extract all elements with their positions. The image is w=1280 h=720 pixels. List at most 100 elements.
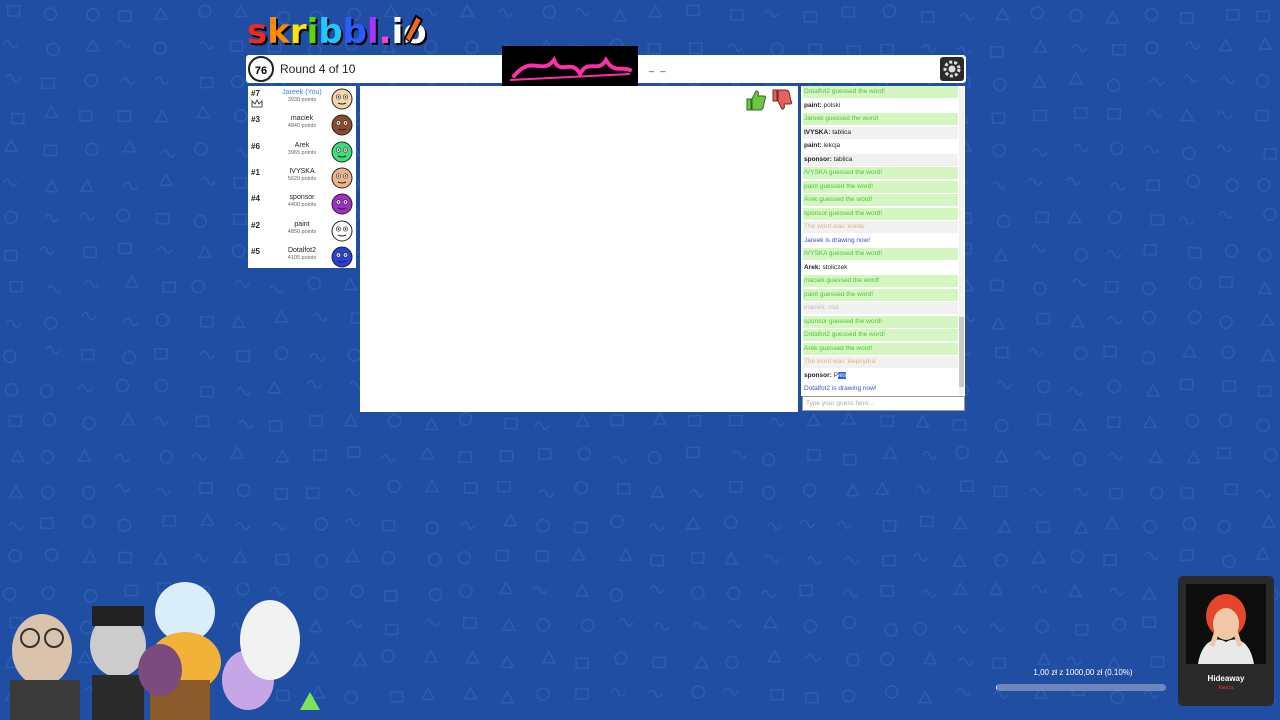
doodle-shape: [229, 445, 245, 459]
doodle-shape: [836, 520, 853, 530]
doodle-shape: [915, 414, 931, 428]
doodle-shape: [1107, 315, 1123, 325]
chat-message: Arek guessed the word!: [803, 342, 958, 355]
doodle-shape: [232, 549, 248, 563]
player-row[interactable]: #2 paint 4850 points: [248, 218, 356, 244]
player-row[interactable]: #4 sponsor 4400 points: [248, 191, 356, 217]
logo-letter: i: [306, 12, 319, 52]
doodle-shape: [200, 76, 214, 89]
logo-letter: s: [247, 12, 268, 52]
player-name: maciek: [290, 115, 314, 123]
doodle-shape: [725, 655, 739, 670]
guess-input[interactable]: [802, 396, 965, 411]
doodle-shape: [686, 4, 700, 17]
doodle-shape: [231, 244, 246, 258]
doodle-shape: [274, 346, 289, 361]
doodle-shape: [314, 517, 328, 531]
player-points: 4840 points: [287, 123, 317, 130]
player-row[interactable]: #3 maciek 4840 points: [248, 112, 356, 138]
doodle-shape: [989, 45, 1004, 58]
doodle-shape: [842, 453, 857, 466]
doodle-shape: [650, 554, 665, 567]
chat-message: maciek guessed the word!: [803, 275, 958, 287]
doodle-shape: [1070, 313, 1085, 328]
player-row[interactable]: #6 Arek 3965 points: [248, 139, 356, 165]
doodle-shape: [4, 382, 19, 397]
chat-username: sponsor:: [804, 155, 832, 163]
doodle-shape: [993, 247, 1009, 262]
doodle-shape: [1257, 280, 1273, 295]
doodle-shape: [424, 416, 439, 431]
doodle-shape: [1263, 148, 1278, 160]
doodle-shape: [200, 385, 215, 398]
doodle-shape: [10, 112, 25, 125]
doodle-shape: [122, 138, 138, 153]
player-name: IVYSKA: [289, 167, 315, 175]
doodle-shape: [44, 178, 59, 193]
player-points: 3965 points: [287, 149, 317, 156]
player-row[interactable]: #1 IVYSKA 5620 points: [248, 165, 356, 191]
doodle-shape: [647, 43, 662, 55]
chat-message: Dotalfot2 guessed the word!: [803, 86, 958, 98]
player-rank: #7: [251, 89, 260, 98]
doodle-shape: [115, 378, 130, 393]
doodle-shape: [647, 451, 662, 465]
logo-letter: k: [267, 12, 290, 52]
doodle-shape: [420, 446, 435, 460]
player-row[interactable]: #7 Jareek (You) 3930 points: [248, 86, 356, 112]
doodle-shape: [996, 380, 1012, 389]
player-avatar-icon: [331, 193, 353, 215]
doodle-shape: [997, 519, 1012, 533]
chat-text: Jareek guessed the word!: [804, 115, 879, 122]
player-avatar-icon: [331, 167, 353, 189]
doodle-shape: [1257, 248, 1272, 262]
doodle-shape: [1070, 549, 1084, 564]
doodle-shape: [647, 689, 664, 698]
doodle-shape: [956, 46, 973, 55]
pencil-icon: [404, 14, 424, 46]
doodle-shape: [728, 414, 743, 427]
doodle-shape: [4, 210, 18, 225]
doodle-shape: [685, 516, 701, 530]
doodle-shape: [690, 552, 705, 564]
doodle-shape: [1143, 690, 1160, 699]
timer-value: 76: [254, 65, 268, 77]
player-row[interactable]: #5 Dotalfot2 4105 points: [248, 244, 356, 270]
doodle-shape: [342, 277, 358, 291]
thumbs-down-icon[interactable]: [770, 88, 794, 112]
doodle-shape: [458, 451, 473, 463]
doodle-shape: [1036, 521, 1051, 533]
doodle-shape: [1182, 344, 1198, 358]
doodle-shape: [845, 482, 861, 497]
doodle-shape: [504, 417, 518, 430]
chat-scrollbar[interactable]: [959, 87, 964, 395]
player-rank: #4: [251, 194, 260, 204]
doodle-shape: [1143, 244, 1158, 256]
doodle-shape: [117, 242, 132, 255]
doodle-shape: [692, 621, 709, 631]
doodle-shape: [841, 6, 856, 18]
doodle-shape: [1072, 43, 1088, 53]
chat-text: sponsor guessed the word!: [804, 209, 883, 217]
doodle-shape: [1257, 178, 1271, 192]
doodle-shape: [534, 421, 550, 431]
doodle-shape: [1110, 182, 1126, 191]
doodle-shape: [884, 623, 898, 637]
doodle-shape: [380, 454, 396, 463]
donation-goal-text: 1,00 zł z 1000,00 zł (0.10%): [1033, 668, 1133, 677]
doodle-shape: [5, 319, 22, 328]
doodle-shape: [3, 349, 17, 364]
doodle-shape: [807, 449, 821, 461]
doodle-shape: [920, 515, 934, 528]
doodle-shape: [200, 176, 216, 186]
doodle-shape: [760, 589, 777, 599]
drawing-canvas[interactable]: [360, 86, 798, 412]
doodle-shape: [803, 619, 818, 634]
doodle-shape: [198, 40, 215, 50]
chat-scroll-thumb[interactable]: [959, 317, 964, 387]
player-points: 4400 points: [287, 202, 317, 209]
player-points: 3930 points: [287, 97, 317, 103]
settings-gear-icon[interactable]: [940, 57, 964, 81]
doodle-shape: [387, 414, 402, 428]
thumbs-up-icon[interactable]: [744, 88, 768, 112]
